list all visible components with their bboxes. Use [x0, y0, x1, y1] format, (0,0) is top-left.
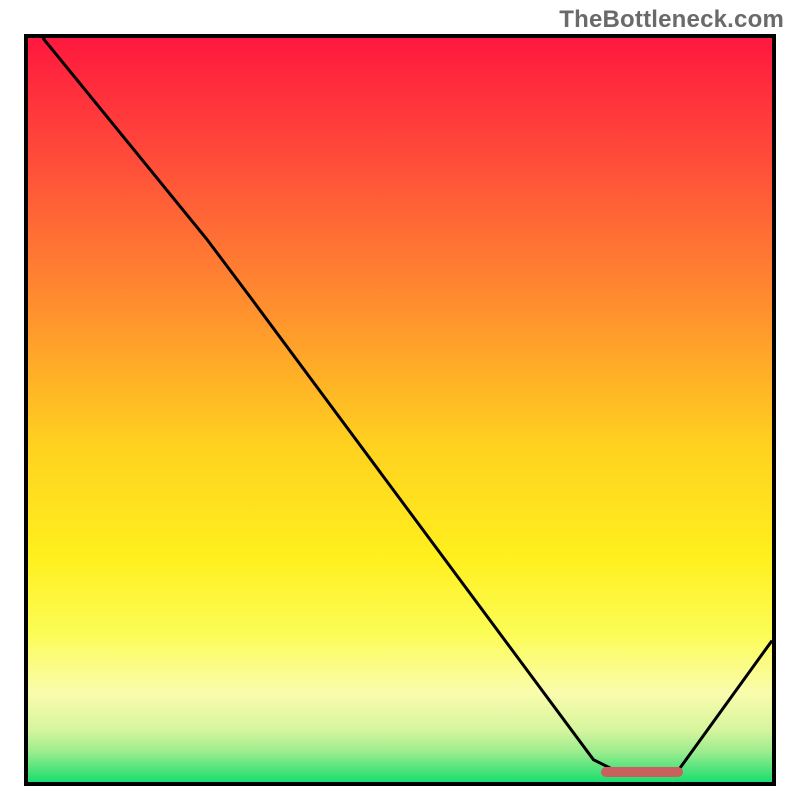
gradient-background [28, 38, 772, 782]
watermark-text: TheBottleneck.com [559, 6, 784, 34]
chart-container: TheBottleneck.com [0, 0, 800, 800]
plot-frame [24, 34, 776, 786]
optimal-range-marker [601, 767, 683, 777]
